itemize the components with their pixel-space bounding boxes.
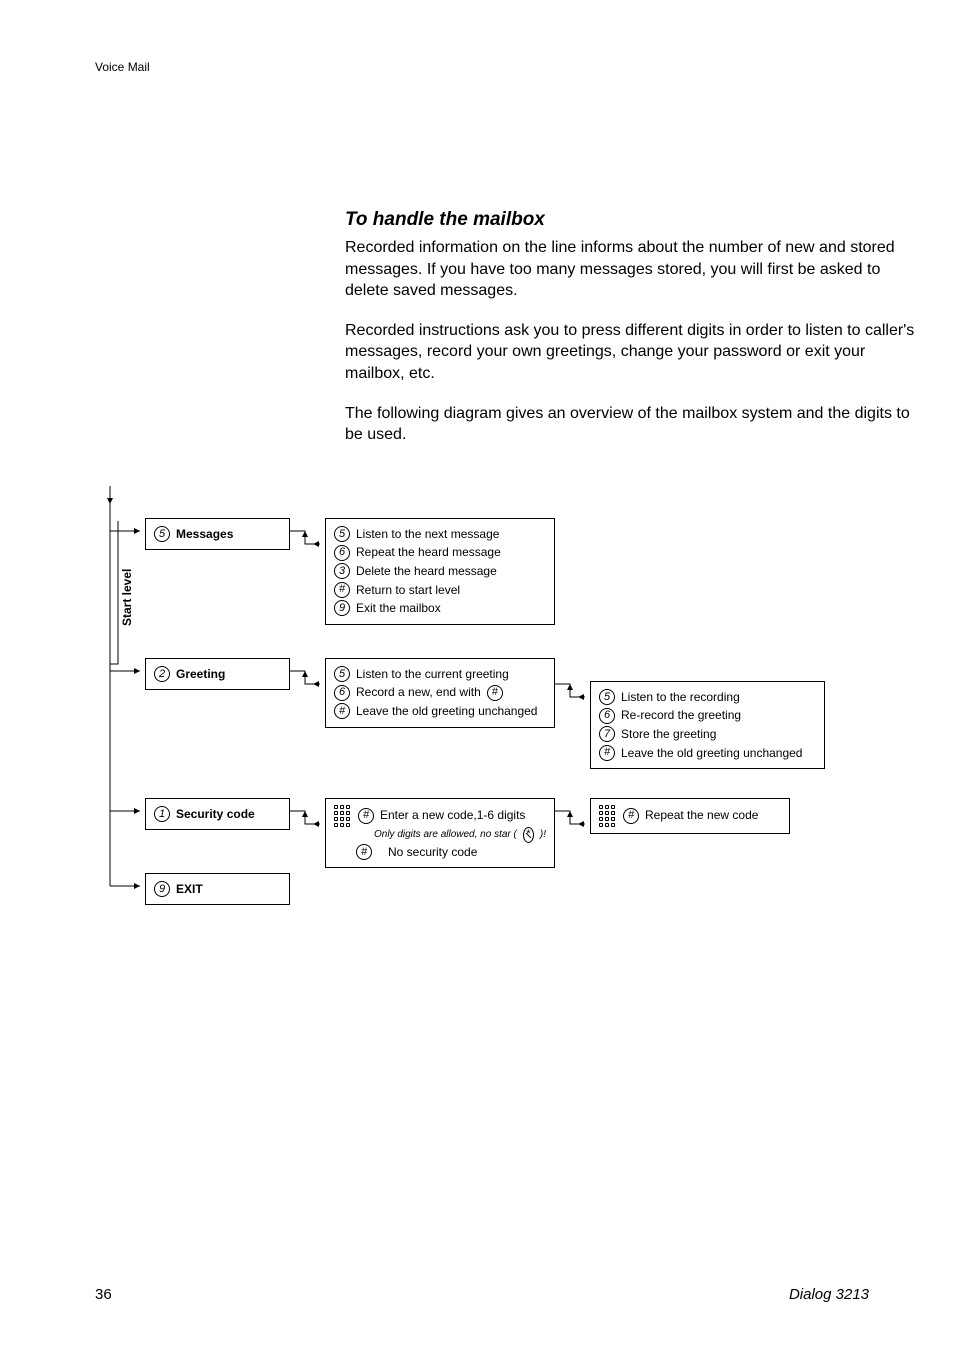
security-label: Security code: [176, 805, 255, 824]
messages-label: Messages: [176, 525, 233, 544]
hash-icon: #: [356, 844, 372, 860]
paragraph-1: Recorded information on the line informs…: [345, 237, 915, 302]
digit-icon: 9: [334, 600, 350, 616]
security-note: Only digits are allowed, no star (: [374, 827, 517, 843]
hash-icon: #: [599, 745, 615, 761]
digit-icon: 6: [334, 545, 350, 561]
item-text: Listen to the recording: [621, 688, 740, 707]
digit-icon: 5: [599, 689, 615, 705]
star-crossed-icon: *: [523, 827, 534, 843]
box-messages-sub: 5 Listen to the next message 6 Repeat the …: [325, 518, 555, 625]
item-text: Leave the old greeting unchanged: [356, 702, 537, 721]
page-number: 36: [95, 1286, 112, 1303]
item-text: Exit the mailbox: [356, 599, 441, 618]
item-text: No security code: [388, 843, 477, 862]
exit-label: EXIT: [176, 880, 203, 899]
main-content: To handle the mailbox Recorded informati…: [345, 209, 915, 446]
digit-icon: 6: [334, 685, 350, 701]
item-text: Store the greeting: [621, 725, 716, 744]
item-text: Delete the heard message: [356, 562, 497, 581]
box-exit: 9 EXIT: [145, 873, 290, 906]
digit-1-icon: 1: [154, 806, 170, 822]
item-text: Re-record the greeting: [621, 706, 741, 725]
box-messages: 5 Messages: [145, 518, 290, 551]
digit-9-icon: 9: [154, 881, 170, 897]
item-text: Enter a new code,1-6 digits: [380, 806, 525, 825]
keypad-icon: [599, 805, 615, 827]
paragraph-3: The following diagram gives an overview …: [345, 403, 915, 446]
item-text: Listen to the next message: [356, 525, 499, 544]
box-security-sub: # Enter a new code,1-6 digits Only digit…: [325, 798, 555, 869]
section-heading: To handle the mailbox: [345, 209, 915, 231]
hash-icon: #: [623, 808, 639, 824]
section-header: Voice Mail: [95, 60, 869, 74]
item-text: Return to start level: [356, 581, 460, 600]
box-greeting-sub2: 5 Listen to the recording 6 Re-record the …: [590, 681, 825, 769]
box-greeting-sub: 5 Listen to the current greeting 6 Record …: [325, 658, 555, 728]
hash-icon: #: [334, 703, 350, 719]
hash-icon: #: [358, 808, 374, 824]
mailbox-diagram: Start level 5 Messages 2 Greeting 1 Secu…: [95, 486, 869, 916]
digit-5-icon: 5: [154, 526, 170, 542]
greeting-label: Greeting: [176, 665, 225, 684]
keypad-icon: [334, 805, 350, 827]
digit-icon: 7: [599, 726, 615, 742]
page-footer: 36 Dialog 3213: [95, 1286, 869, 1303]
digit-icon: 3: [334, 563, 350, 579]
security-note-end: )!: [540, 827, 546, 843]
digit-2-icon: 2: [154, 666, 170, 682]
box-greeting: 2 Greeting: [145, 658, 290, 691]
digit-icon: 6: [599, 708, 615, 724]
item-text: Repeat the heard message: [356, 543, 501, 562]
digit-icon: 5: [334, 526, 350, 542]
box-security: 1 Security code: [145, 798, 290, 831]
item-text: Listen to the current greeting: [356, 665, 509, 684]
paragraph-2: Recorded instructions ask you to press d…: [345, 320, 915, 385]
item-text: Repeat the new code: [645, 806, 758, 825]
item-text: Leave the old greeting unchanged: [621, 744, 802, 763]
start-level-label: Start level: [120, 568, 134, 625]
hash-icon: #: [487, 685, 503, 701]
document-name: Dialog 3213: [789, 1286, 869, 1303]
digit-icon: 5: [334, 666, 350, 682]
box-security-sub2: # Repeat the new code: [590, 798, 790, 834]
item-text: Record a new, end with: [356, 683, 481, 702]
hash-icon: #: [334, 582, 350, 598]
